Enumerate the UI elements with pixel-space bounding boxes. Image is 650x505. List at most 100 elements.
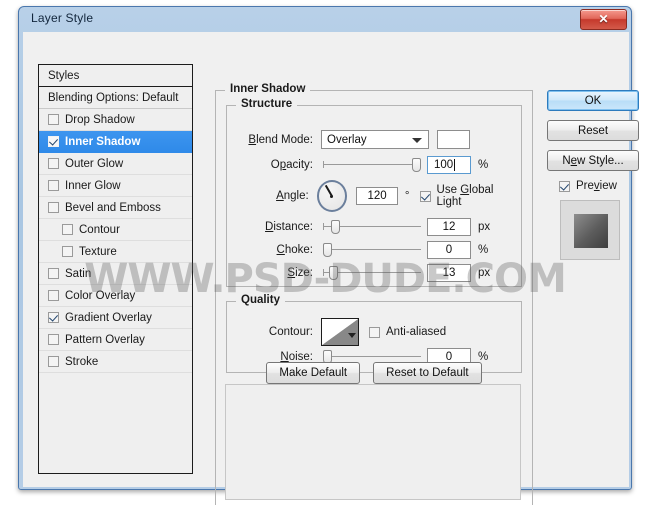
new-style-button[interactable]: New Style... (547, 150, 639, 171)
reset-button[interactable]: Reset (547, 120, 639, 141)
preview-checkbox[interactable] (559, 180, 570, 192)
distance-slider[interactable] (323, 220, 421, 234)
style-checkbox[interactable] (62, 224, 73, 235)
use-global-light-checkbox[interactable] (419, 190, 431, 202)
opacity-row: Opacity: 100 % (233, 156, 517, 174)
choke-slider[interactable] (323, 243, 421, 257)
angle-unit: ° (404, 190, 410, 202)
make-default-button[interactable]: Make Default (266, 362, 361, 384)
style-row-stroke[interactable]: Stroke (39, 351, 192, 373)
choke-unit: % (478, 244, 489, 256)
style-checkbox[interactable] (48, 114, 59, 125)
style-row-label: Inner Shadow (65, 135, 141, 148)
style-row-gradient-overlay[interactable]: Gradient Overlay (39, 307, 192, 329)
style-checkbox[interactable] (48, 356, 59, 367)
size-input[interactable]: 13 (427, 264, 471, 282)
style-row-texture[interactable]: Texture (39, 241, 192, 263)
opacity-slider[interactable] (323, 158, 421, 172)
choke-slider-thumb[interactable] (323, 243, 332, 257)
style-row-label: Inner Glow (65, 179, 121, 192)
style-row-outer-glow[interactable]: Outer Glow (39, 153, 192, 175)
style-checkbox[interactable] (48, 180, 59, 191)
window-title: Layer Style (31, 11, 94, 25)
size-slider[interactable] (323, 266, 421, 280)
reset-to-default-button[interactable]: Reset to Default (373, 362, 482, 384)
style-row-label: Color Overlay (65, 289, 136, 302)
contour-label: Contour: (268, 326, 313, 338)
style-checkbox[interactable] (48, 312, 59, 323)
style-checkbox[interactable] (48, 202, 59, 213)
noise-slider-track (323, 356, 421, 357)
default-buttons-group: Make Default Reset to Default (215, 362, 533, 384)
style-checkbox[interactable] (62, 246, 73, 257)
choke-label: Choke: (276, 244, 313, 256)
style-row-contour[interactable]: Contour (39, 219, 192, 241)
opacity-unit: % (478, 159, 489, 171)
opacity-slider-track (323, 164, 421, 165)
style-row-satin[interactable]: Satin (39, 263, 192, 285)
distance-slider-thumb[interactable] (331, 220, 340, 234)
close-button[interactable]: ✕ (580, 9, 627, 30)
preview-checkbox-row[interactable]: Preview (559, 180, 642, 192)
style-checkbox[interactable] (48, 290, 59, 301)
style-row-inner-shadow[interactable]: Inner Shadow (39, 131, 192, 153)
style-row-label: Bevel and Emboss (65, 201, 161, 214)
size-slider-thumb[interactable] (329, 266, 338, 280)
style-checkbox[interactable] (48, 158, 59, 169)
blend-mode-value: Overlay (327, 133, 367, 146)
style-checkbox[interactable] (48, 268, 59, 279)
distance-input[interactable]: 12 (427, 218, 471, 236)
angle-row: Angle: 120 ° Use Global Light (233, 180, 517, 212)
structure-group: Structure Blend Mode: Overlay Opacity: 1… (226, 98, 522, 287)
style-checkbox[interactable] (48, 334, 59, 345)
choke-slider-track (323, 249, 421, 250)
dialog-client-area: Styles Blending Options: Default Drop Sh… (23, 32, 639, 505)
choke-input[interactable]: 0 (427, 241, 471, 259)
blending-options-row[interactable]: Blending Options: Default (39, 87, 192, 109)
angle-dial-hub (330, 194, 334, 198)
close-icon: ✕ (598, 12, 609, 26)
distance-label: Distance: (265, 221, 313, 233)
angle-input[interactable]: 120 (356, 187, 398, 205)
distance-value: 12 (442, 221, 456, 233)
style-row-label: Satin (65, 267, 92, 280)
styles-header: Styles (39, 65, 192, 87)
blend-mode-row: Blend Mode: Overlay (233, 130, 517, 149)
blend-mode-label: Blend Mode: (248, 133, 313, 146)
contour-chevron-down-icon (348, 333, 356, 338)
angle-dial[interactable] (316, 180, 348, 212)
style-row-bevel-and-emboss[interactable]: Bevel and Emboss (39, 197, 192, 219)
empty-options-area (225, 384, 521, 500)
distance-slider-endcap (323, 223, 324, 230)
style-row-pattern-overlay[interactable]: Pattern Overlay (39, 329, 192, 351)
chevron-down-icon (412, 138, 422, 143)
style-row-drop-shadow[interactable]: Drop Shadow (39, 109, 192, 131)
choke-value: 0 (445, 244, 453, 256)
size-slider-endcap (323, 269, 324, 276)
quality-legend: Quality (236, 294, 285, 306)
style-row-label: Drop Shadow (65, 113, 135, 126)
ok-button[interactable]: OK (547, 90, 639, 111)
contour-preset-picker[interactable] (321, 318, 359, 346)
anti-aliased-label: Anti-aliased (386, 326, 447, 338)
style-row-label: Contour (79, 223, 120, 236)
preview-label: Preview (576, 180, 617, 192)
opacity-input[interactable]: 100 (427, 156, 471, 174)
style-preview-thumbnail (560, 200, 620, 260)
opacity-slider-endcap (323, 161, 324, 168)
anti-aliased-checkbox[interactable] (369, 326, 380, 338)
style-checkbox[interactable] (48, 136, 59, 147)
style-row-label: Pattern Overlay (65, 333, 145, 346)
style-row-color-overlay[interactable]: Color Overlay (39, 285, 192, 307)
use-global-light-label: Use Global Light (436, 184, 494, 208)
style-row-label: Texture (79, 245, 117, 258)
blend-mode-select[interactable]: Overlay (321, 130, 429, 149)
opacity-slider-thumb[interactable] (412, 158, 421, 172)
screen: Layer Style ✕ Styles Blending Options: D… (0, 0, 650, 505)
opacity-label: Opacity: (270, 159, 313, 171)
styles-list-panel: Styles Blending Options: Default Drop Sh… (38, 64, 193, 474)
inner-shadow-title: Inner Shadow (225, 83, 311, 95)
contour-curve-icon (322, 319, 358, 345)
shadow-color-swatch[interactable] (437, 130, 470, 149)
style-row-inner-glow[interactable]: Inner Glow (39, 175, 192, 197)
